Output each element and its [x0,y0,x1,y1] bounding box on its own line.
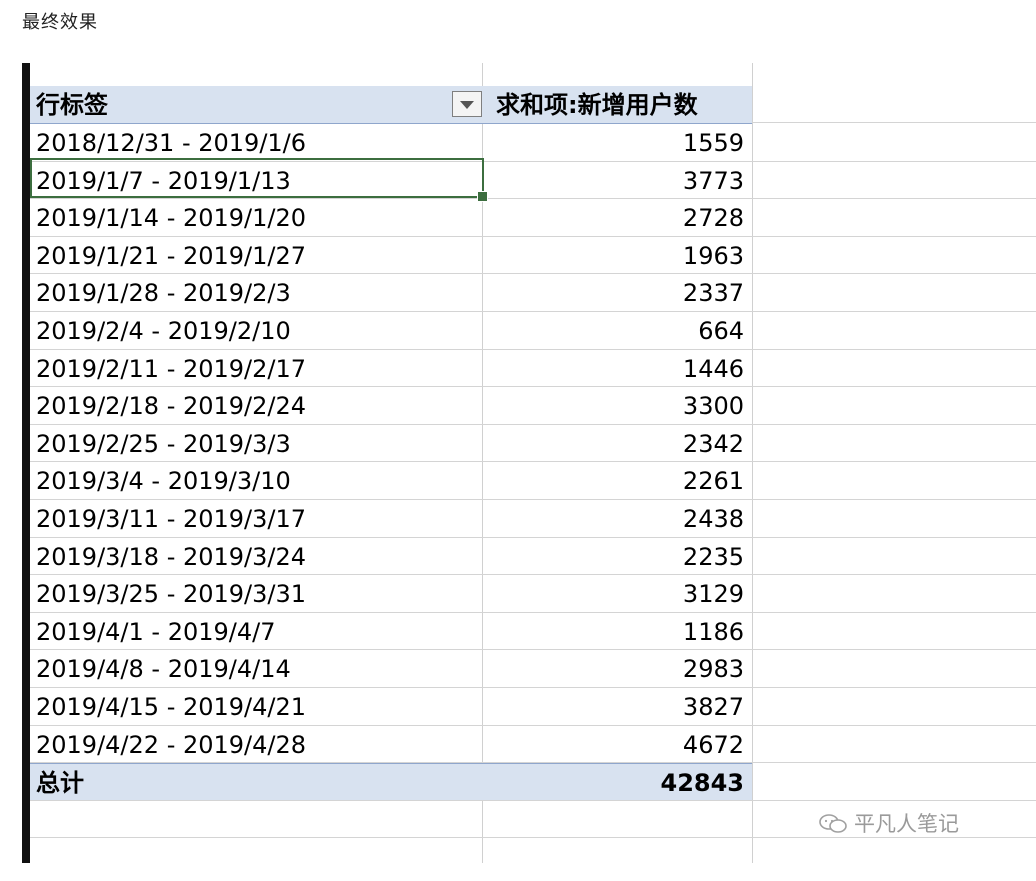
row-value: 1186 [682,617,744,646]
value-cell[interactable]: 2983 [490,650,752,687]
row-divider [752,122,1036,123]
table-row: 2019/2/11 - 2019/2/17 1446 [30,350,752,387]
row-label-cell[interactable]: 2019/4/8 - 2019/4/14 [36,650,291,687]
row-label-cell[interactable]: 2019/3/18 - 2019/3/24 [36,538,306,575]
row-label-cell[interactable]: 2019/2/11 - 2019/2/17 [36,350,306,387]
watermark-text: 平凡人笔记 [854,812,959,836]
row-value: 3300 [682,392,744,421]
row-divider [30,800,1036,802]
column-divider [752,63,753,863]
value-cell[interactable]: 2261 [490,462,752,499]
pivot-total-row: 总计 42843 [30,763,752,802]
spreadsheet-grid: 行标签 求和项:新增用户数 2018/12/31 - 2019/1/6 1559 2… [22,63,1036,881]
row-label-cell[interactable]: 2019/4/1 - 2019/4/7 [36,613,276,650]
table-row: 2019/4/1 - 2019/4/7 1186 [30,613,752,650]
grand-total-value: 42843 [660,769,745,798]
watermark: 平凡人笔记 [818,808,959,840]
value-cell[interactable]: 1446 [490,350,752,387]
value-cell[interactable]: 1963 [490,237,752,274]
value-cell[interactable]: 2235 [490,538,752,575]
row-value: 2235 [682,542,744,571]
row-label-cell[interactable]: 2018/12/31 - 2019/1/6 [36,124,306,161]
table-row: 2019/3/18 - 2019/3/24 2235 [30,538,752,575]
table-row: 2019/1/21 - 2019/1/27 1963 [30,237,752,274]
value-header-cell[interactable]: 求和项:新增用户数 [490,86,752,123]
value-cell[interactable]: 664 [490,312,752,349]
row-value: 1559 [682,129,744,157]
value-cell[interactable]: 2728 [490,199,752,236]
row-value: 3773 [682,166,744,195]
value-cell[interactable]: 4672 [490,726,752,763]
row-label-cell[interactable]: 2019/1/21 - 2019/1/27 [36,237,306,274]
row-label-cell[interactable]: 2019/4/22 - 2019/4/28 [36,726,306,763]
row-value: 1963 [682,241,744,270]
row-value: 2342 [682,429,744,458]
fill-handle[interactable] [477,191,488,202]
table-row: 2018/12/31 - 2019/1/6 1559 [30,124,752,161]
table-row: 2019/1/14 - 2019/1/20 2728 [30,199,752,236]
row-label-cell[interactable]: 2019/1/14 - 2019/1/20 [36,199,306,236]
row-value: 1446 [682,354,744,383]
value-cell[interactable]: 3300 [490,387,752,424]
value-cell[interactable]: 1186 [490,613,752,650]
row-value: 2728 [682,204,744,233]
row-value: 3827 [682,693,744,721]
table-row: 2019/3/11 - 2019/3/17 2438 [30,500,752,537]
value-cell[interactable]: 3773 [490,162,752,199]
row-label-cell[interactable]: 2019/3/4 - 2019/3/10 [36,462,291,499]
row-value: 2983 [682,655,744,684]
selected-cell-outline [30,158,488,202]
pivot-header-row: 行标签 求和项:新增用户数 [30,86,752,124]
row-labels-header[interactable]: 行标签 [36,86,108,123]
table-row: 2019/2/4 - 2019/2/10 664 [30,312,752,349]
table-row: 2019/2/18 - 2019/2/24 3300 [30,387,752,424]
table-row: 2019/2/25 - 2019/3/3 2342 [30,425,752,462]
row-label-cell[interactable]: 2019/2/18 - 2019/2/24 [36,387,306,424]
dropdown-arrow-icon [460,101,474,109]
row-filter-dropdown-button[interactable] [452,91,482,117]
row-value: 664 [698,317,744,345]
grand-total-label[interactable]: 总计 [36,764,84,801]
value-cell[interactable]: 2337 [490,274,752,311]
table-row: 2019/3/4 - 2019/3/10 2261 [30,462,752,499]
wechat-icon [818,813,848,840]
row-label-cell[interactable]: 2019/4/15 - 2019/4/21 [36,688,306,725]
row-value: 4672 [682,730,744,759]
table-row: 2019/4/8 - 2019/4/14 2983 [30,650,752,687]
value-cell[interactable]: 3827 [490,688,752,725]
row-label-cell[interactable]: 2019/3/25 - 2019/3/31 [36,575,306,612]
grand-total-cell[interactable]: 42843 [490,764,752,801]
page-caption: 最终效果 [22,12,98,33]
table-row: 2019/4/22 - 2019/4/28 4672 [30,726,752,763]
sheet-left-edge [22,63,30,863]
row-value: 2337 [682,279,744,308]
table-row: 2019/3/25 - 2019/3/31 3129 [30,575,752,612]
value-cell[interactable]: 3129 [490,575,752,612]
row-label-cell[interactable]: 2019/2/25 - 2019/3/3 [36,425,291,462]
row-label-cell[interactable]: 2019/3/11 - 2019/3/17 [36,500,306,537]
value-cell[interactable]: 1559 [490,124,752,161]
table-row: 2019/4/15 - 2019/4/21 3827 [30,688,752,725]
value-cell[interactable]: 2438 [490,500,752,537]
row-label-cell[interactable]: 2019/2/4 - 2019/2/10 [36,312,291,349]
row-value: 3129 [682,580,744,609]
row-value: 2261 [682,467,744,496]
row-label-cell[interactable]: 2019/1/28 - 2019/2/3 [36,274,291,311]
row-value: 2438 [682,505,744,533]
value-cell[interactable]: 2342 [490,425,752,462]
value-field-header: 求和项:新增用户数 [496,91,698,119]
table-row: 2019/1/28 - 2019/2/3 2337 [30,274,752,311]
